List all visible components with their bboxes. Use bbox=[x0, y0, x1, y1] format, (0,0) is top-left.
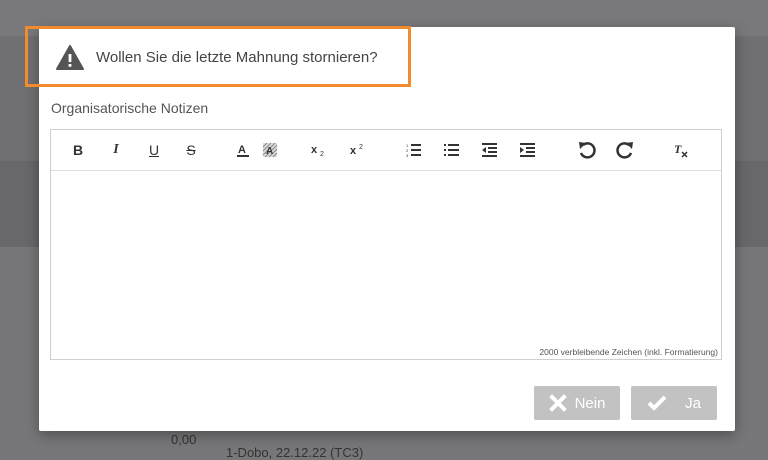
indent-icon bbox=[520, 143, 535, 157]
redo-icon bbox=[616, 142, 633, 159]
warning-icon bbox=[56, 45, 84, 70]
svg-text:2: 2 bbox=[320, 151, 324, 158]
char-counter: 2000 verbleibende Zeichen (inkl. Formati… bbox=[539, 347, 718, 357]
background-reference: 1-Dobo, 22.12.22 (TC3) bbox=[226, 445, 364, 460]
superscript-icon: x 2 bbox=[350, 144, 363, 157]
editor-toolbar: B I U S A A x 2 x 2 1 2 3 T bbox=[51, 130, 721, 171]
superscript-button[interactable]: x 2 bbox=[347, 140, 369, 160]
underline-icon: U bbox=[148, 142, 160, 158]
outdent-icon bbox=[482, 143, 497, 157]
no-button-label: Nein bbox=[574, 394, 606, 412]
clear-formatting-button[interactable]: T bbox=[670, 140, 692, 160]
undo-button[interactable] bbox=[575, 140, 599, 160]
text-color-icon: A bbox=[237, 144, 249, 157]
no-button[interactable]: Nein bbox=[534, 386, 620, 420]
svg-text:A: A bbox=[238, 144, 246, 156]
svg-text:x: x bbox=[311, 144, 318, 156]
bold-button[interactable]: B bbox=[67, 140, 89, 160]
redo-button[interactable] bbox=[613, 140, 637, 160]
svg-text:A: A bbox=[266, 146, 273, 157]
yes-button[interactable]: Ja bbox=[631, 386, 717, 420]
subscript-button[interactable]: x 2 bbox=[308, 140, 330, 160]
ordered-list-button[interactable]: 1 2 3 bbox=[403, 140, 425, 160]
confirm-dialog: Organisatorische Notizen B I U S A A x 2… bbox=[39, 27, 735, 431]
svg-text:T: T bbox=[674, 142, 682, 156]
italic-icon: I bbox=[113, 142, 119, 157]
strikethrough-icon: S bbox=[186, 142, 196, 158]
strikethrough-button[interactable]: S bbox=[180, 140, 202, 160]
close-icon bbox=[548, 394, 567, 412]
highlight-color-button[interactable]: A bbox=[259, 140, 281, 160]
italic-button[interactable]: I bbox=[105, 140, 127, 160]
outdent-button[interactable] bbox=[479, 140, 501, 160]
underline-button[interactable]: U bbox=[143, 140, 165, 160]
clear-formatting-icon: T bbox=[674, 142, 688, 158]
notes-editor: B I U S A A x 2 x 2 1 2 3 T 2000 verblei… bbox=[50, 129, 722, 360]
svg-text:3: 3 bbox=[406, 153, 409, 157]
subscript-icon: x 2 bbox=[311, 144, 324, 158]
yes-button-label: Ja bbox=[685, 394, 701, 412]
bold-icon: B bbox=[72, 142, 84, 158]
dialog-title: Wollen Sie die letzte Mahnung stornieren… bbox=[96, 49, 378, 66]
svg-text:2: 2 bbox=[359, 144, 363, 151]
check-icon bbox=[647, 395, 667, 411]
ordered-list-icon: 1 2 3 bbox=[406, 143, 421, 157]
indent-button[interactable] bbox=[517, 140, 539, 160]
bullet-list-button[interactable] bbox=[441, 140, 463, 160]
highlight-color-icon: A bbox=[262, 142, 278, 158]
bullet-list-icon bbox=[444, 144, 459, 156]
background-amount: 0,00 bbox=[171, 432, 197, 447]
svg-text:x: x bbox=[350, 145, 357, 157]
notes-text-area[interactable] bbox=[51, 171, 721, 359]
undo-icon bbox=[579, 142, 596, 159]
notes-label: Organisatorische Notizen bbox=[51, 100, 209, 116]
text-color-button[interactable]: A bbox=[232, 140, 254, 160]
